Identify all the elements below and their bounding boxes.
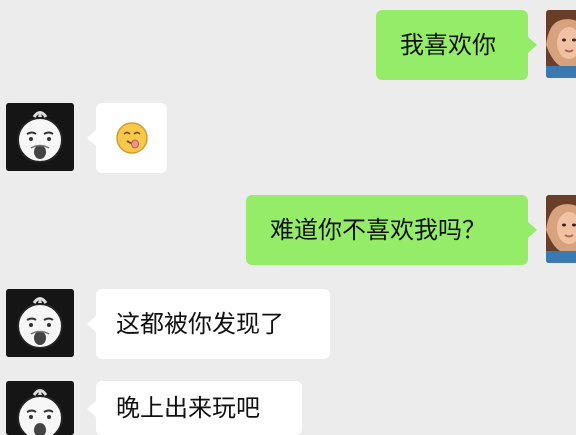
avatar[interactable] <box>6 289 74 357</box>
bubble-tail <box>528 222 537 238</box>
message-row <box>0 103 576 173</box>
user-photo-avatar-icon <box>546 195 576 263</box>
message-row: 我喜欢你 <box>0 10 576 80</box>
bubble-tail <box>87 130 96 146</box>
message-text: 我喜欢你 <box>400 31 496 59</box>
message-bubble[interactable]: 这都被你发现了 <box>96 289 330 359</box>
bubble-tail <box>87 316 96 332</box>
user-photo-avatar-icon <box>546 10 576 78</box>
message-row: 这都被你发现了 <box>0 289 576 359</box>
avatar[interactable] <box>6 103 74 171</box>
avatar[interactable] <box>546 10 576 78</box>
cartoon-character-avatar-icon <box>6 289 74 357</box>
message-text: 晚上出来玩吧 <box>116 394 260 422</box>
message-row: 难道你不喜欢我吗？ <box>0 195 576 265</box>
winking-face-with-tongue-emoji <box>115 121 149 155</box>
message-bubble[interactable]: 难道你不喜欢我吗？ <box>246 195 528 265</box>
message-bubble[interactable] <box>96 103 167 173</box>
bubble-tail <box>87 401 96 417</box>
avatar[interactable] <box>6 381 74 435</box>
message-bubble[interactable]: 晚上出来玩吧 <box>96 381 302 435</box>
winking-face-with-tongue-icon <box>115 122 148 154</box>
avatar[interactable] <box>546 195 576 263</box>
message-bubble[interactable]: 我喜欢你 <box>376 10 528 80</box>
message-row: 晚上出来玩吧 <box>0 381 576 435</box>
chat-window: 我喜欢你 难道你不喜欢我吗？ 这都被你发现了 晚上出来玩吧 <box>0 0 576 435</box>
message-text: 难道你不喜欢我吗？ <box>270 216 486 244</box>
cartoon-character-avatar-icon <box>6 381 74 435</box>
bubble-tail <box>528 37 537 53</box>
cartoon-character-avatar-icon <box>6 103 74 171</box>
message-text: 这都被你发现了 <box>116 310 284 338</box>
